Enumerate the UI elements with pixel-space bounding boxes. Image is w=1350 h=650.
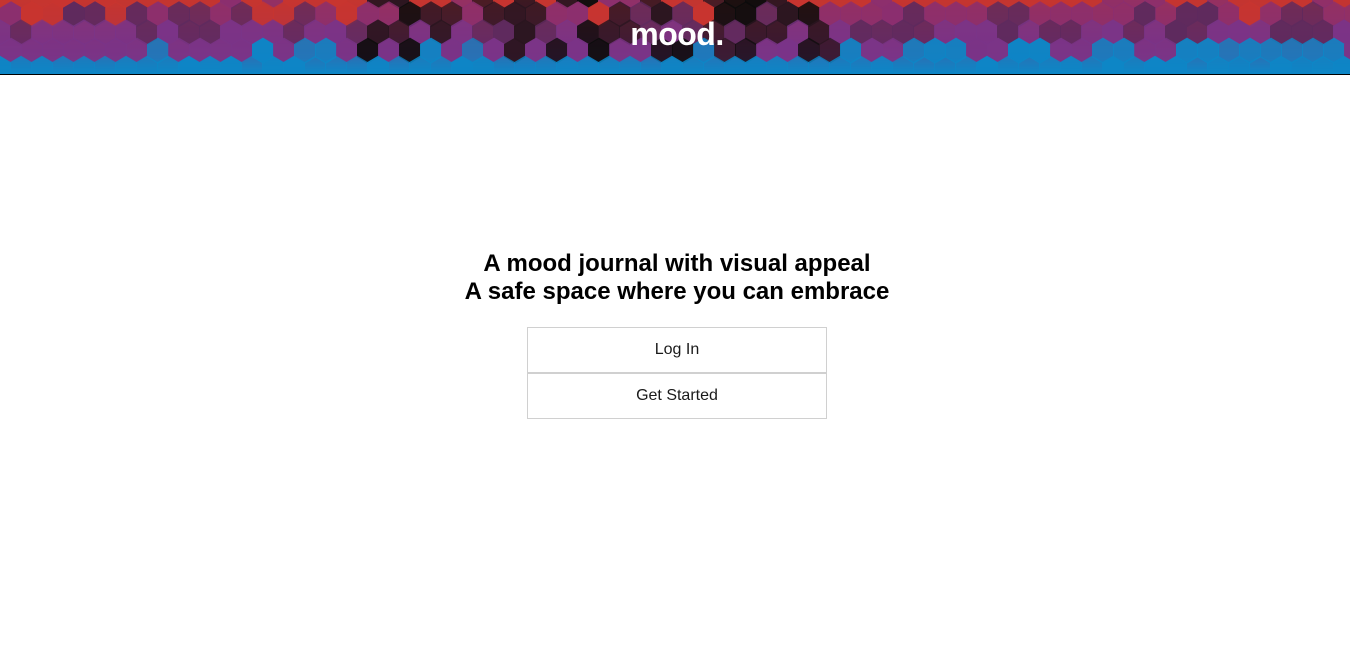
get-started-button[interactable]: Get Started [527,373,827,419]
auth-buttons: Log In Get Started [527,327,827,419]
app-logo[interactable]: mood. [0,14,1350,54]
login-button[interactable]: Log In [527,327,827,373]
header-banner: mood. [0,0,1350,75]
hero-section: A mood journal with visual appeal A safe… [0,250,1350,306]
tagline-line-2: A safe space where you can embrace [464,278,890,305]
tagline-line-1: A mood journal with visual appeal [483,250,871,277]
